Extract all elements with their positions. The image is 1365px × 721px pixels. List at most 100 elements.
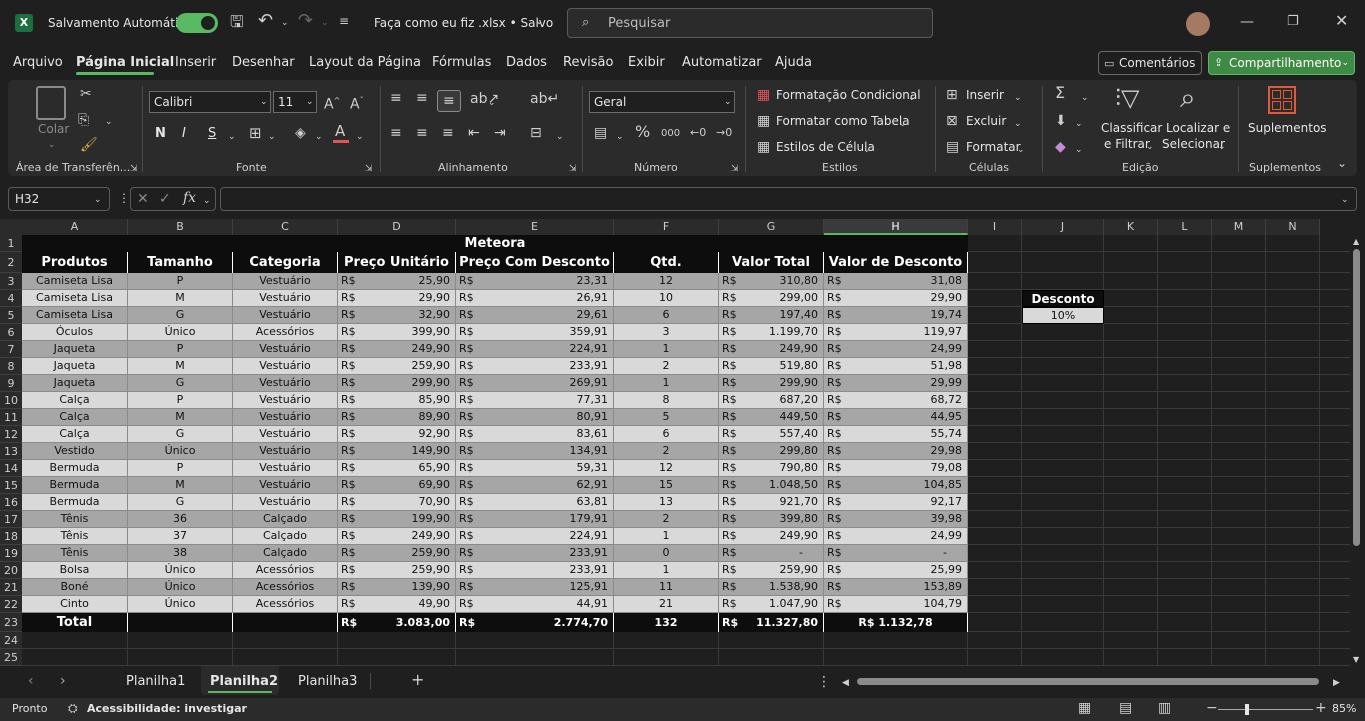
cell-E6[interactable]: R$ 359,91 bbox=[456, 324, 614, 341]
cell-E19[interactable]: R$ 233,91 bbox=[456, 545, 614, 562]
ribbon-collapse-icon[interactable]: ⌄ bbox=[1337, 156, 1347, 170]
row-header-12[interactable]: 12 bbox=[0, 426, 22, 443]
cell-F4[interactable]: 10 bbox=[614, 290, 719, 307]
cell-F12[interactable]: 6 bbox=[614, 426, 719, 443]
cell-F8[interactable]: 2 bbox=[614, 358, 719, 375]
fill-icon[interactable]: ⬇ bbox=[1055, 114, 1067, 128]
cell-D14[interactable]: R$ 65,90 bbox=[338, 460, 456, 477]
sort-filter-chevron-icon[interactable]: ⌄ bbox=[1146, 140, 1154, 154]
cell-G5[interactable]: R$ 197,40 bbox=[719, 307, 824, 324]
sort-filter-label-1[interactable]: Classificar bbox=[1101, 121, 1162, 135]
decrease-indent-icon[interactable]: ⇤ bbox=[468, 126, 480, 140]
select-all-corner[interactable] bbox=[0, 219, 22, 235]
row-header-9[interactable]: 9 bbox=[0, 375, 22, 392]
cell-G6[interactable]: R$ 1.199,70 bbox=[719, 324, 824, 341]
zoom-out-icon[interactable]: − bbox=[1206, 701, 1218, 715]
cell-B15[interactable]: M bbox=[128, 477, 233, 494]
cell-H4[interactable]: R$ 29,90 bbox=[824, 290, 968, 307]
column-header-C[interactable]: C bbox=[233, 219, 338, 235]
autosave-toggle[interactable] bbox=[176, 13, 218, 33]
cell-E3[interactable]: R$ 23,31 bbox=[456, 273, 614, 290]
borders-icon[interactable]: ⊞ bbox=[249, 126, 262, 141]
cell-E4[interactable]: R$ 26,91 bbox=[456, 290, 614, 307]
find-select-chevron-icon[interactable]: ⌄ bbox=[1218, 140, 1226, 154]
cell-H9[interactable]: R$ 29,99 bbox=[824, 375, 968, 392]
next-sheet-icon[interactable]: › bbox=[60, 674, 66, 688]
cell-H12[interactable]: R$ 55,74 bbox=[824, 426, 968, 443]
cell-F10[interactable]: 8 bbox=[614, 392, 719, 409]
cell-A20[interactable]: Bolsa bbox=[22, 562, 128, 579]
cell-F7[interactable]: 1 bbox=[614, 341, 719, 358]
row-header-23[interactable]: 23 bbox=[0, 613, 22, 632]
cell-E7[interactable]: R$ 224,91 bbox=[456, 341, 614, 358]
cell-G12[interactable]: R$ 557,40 bbox=[719, 426, 824, 443]
decrease-font-icon[interactable]: Aˇ bbox=[350, 94, 364, 112]
number-format-chevron-icon[interactable]: ⌄ bbox=[724, 95, 732, 109]
minimize-icon[interactable]: — bbox=[1240, 15, 1254, 29]
cell-A19[interactable]: Tênis bbox=[22, 545, 128, 562]
discount-label[interactable]: Desconto bbox=[1022, 290, 1104, 307]
cell-C3[interactable]: Vestuário bbox=[233, 273, 338, 290]
row-header-13[interactable]: 13 bbox=[0, 443, 22, 460]
paste-label[interactable]: Colar bbox=[38, 122, 69, 136]
cell-B3[interactable]: P bbox=[128, 273, 233, 290]
format-table-button[interactable]: Formatar como Tabela bbox=[776, 114, 910, 128]
insert-cells-icon[interactable]: ⊞ bbox=[946, 88, 958, 102]
cell-H11[interactable]: R$ 44,95 bbox=[824, 409, 968, 426]
menu-automatizar[interactable]: Automatizar bbox=[682, 55, 762, 70]
cell-A21[interactable]: Boné bbox=[22, 579, 128, 596]
cell-D16[interactable]: R$ 70,90 bbox=[338, 494, 456, 511]
cell-A14[interactable]: Bermuda bbox=[22, 460, 128, 477]
increase-font-icon[interactable]: A^ bbox=[324, 94, 340, 112]
cell-G11[interactable]: R$ 449,50 bbox=[719, 409, 824, 426]
menu-exibir[interactable]: Exibir bbox=[628, 55, 665, 70]
search-box[interactable]: ⌕ Pesquisar bbox=[567, 8, 933, 38]
cell-E16[interactable]: R$ 63,81 bbox=[456, 494, 614, 511]
cell-G18[interactable]: R$ 249,90 bbox=[719, 528, 824, 545]
header-cell-G[interactable]: Valor Total bbox=[719, 252, 824, 273]
formula-input[interactable] bbox=[220, 187, 1357, 211]
cell-H16[interactable]: R$ 92,17 bbox=[824, 494, 968, 511]
cell-F9[interactable]: 1 bbox=[614, 375, 719, 392]
row-header-24[interactable]: 24 bbox=[0, 632, 22, 649]
header-cell-H[interactable]: Valor de Desconto bbox=[824, 252, 968, 273]
conditional-format-chevron-icon[interactable]: ⌄ bbox=[908, 91, 916, 105]
cell-C10[interactable]: Vestuário bbox=[233, 392, 338, 409]
cell-F6[interactable]: 3 bbox=[614, 324, 719, 341]
cell-F17[interactable]: 2 bbox=[614, 511, 719, 528]
table-title[interactable]: Meteora bbox=[22, 235, 968, 252]
cell-F3[interactable]: 12 bbox=[614, 273, 719, 290]
row-header-5[interactable]: 5 bbox=[0, 307, 22, 324]
cell-F22[interactable]: 21 bbox=[614, 596, 719, 613]
format-cells-button[interactable]: Formatar bbox=[966, 140, 1021, 154]
cell-E9[interactable]: R$ 269,91 bbox=[456, 375, 614, 392]
vertical-scroll-thumb[interactable] bbox=[1353, 249, 1360, 546]
conditional-format-button[interactable]: Formatação Condicional bbox=[776, 88, 921, 102]
merge-center-icon[interactable]: ⊟ bbox=[530, 126, 542, 140]
row-header-10[interactable]: 10 bbox=[0, 392, 22, 409]
cell-E5[interactable]: R$ 29,61 bbox=[456, 307, 614, 324]
cell-D18[interactable]: R$ 249,90 bbox=[338, 528, 456, 545]
discount-value[interactable]: 10% bbox=[1022, 307, 1104, 324]
sort-filter-label-2[interactable]: e Filtrar bbox=[1104, 137, 1150, 151]
column-header-B[interactable]: B bbox=[128, 219, 233, 235]
row-header-4[interactable]: 4 bbox=[0, 290, 22, 307]
row-header-22[interactable]: 22 bbox=[0, 596, 22, 613]
cell-H17[interactable]: R$ 39,98 bbox=[824, 511, 968, 528]
cell-B22[interactable]: Único bbox=[128, 596, 233, 613]
accounting-format-icon[interactable]: ▤ bbox=[594, 126, 607, 140]
formula-bar-more-icon[interactable]: ⋮ bbox=[118, 191, 130, 205]
row-header-3[interactable]: 3 bbox=[0, 273, 22, 290]
scroll-right-icon[interactable]: ▶ bbox=[1333, 676, 1340, 690]
cell-H6[interactable]: R$ 119,97 bbox=[824, 324, 968, 341]
merge-chevron-icon[interactable]: ⌄ bbox=[556, 130, 564, 144]
cell-G21[interactable]: R$ 1.538,90 bbox=[719, 579, 824, 596]
formula-expand-icon[interactable]: ⌄ bbox=[1341, 193, 1349, 207]
format-cells-icon[interactable]: ▤ bbox=[946, 140, 959, 154]
cell-F16[interactable]: 13 bbox=[614, 494, 719, 511]
header-cell-B[interactable]: Tamanho bbox=[128, 252, 233, 273]
cell-A12[interactable]: Calça bbox=[22, 426, 128, 443]
format-cells-chevron-icon[interactable]: ⌄ bbox=[1017, 143, 1025, 157]
row-header-16[interactable]: 16 bbox=[0, 494, 22, 511]
undo-icon[interactable]: ↶ bbox=[258, 12, 273, 30]
